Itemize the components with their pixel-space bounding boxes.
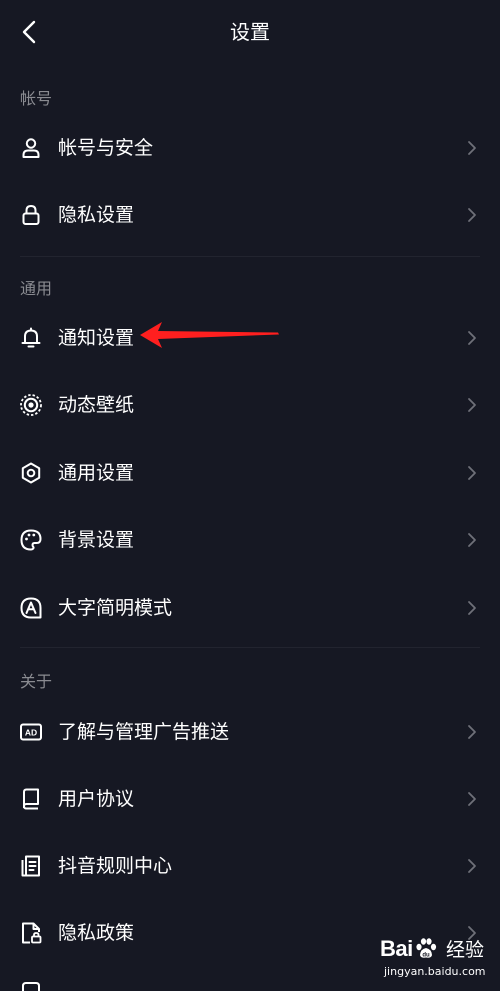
section-label-account: 帐号 [20, 89, 53, 108]
section-divider [20, 647, 480, 648]
settings-item-label: 隐私设置 [58, 204, 135, 226]
settings-item-label: 背景设置 [58, 529, 135, 551]
rules-doc-icon [21, 855, 40, 877]
chevron-right-icon [468, 331, 476, 345]
section-label-general: 通用 [20, 279, 53, 298]
page-title: 设置 [230, 20, 270, 44]
settings-item-label: 用户协议 [58, 788, 135, 810]
chevron-right-icon [468, 141, 476, 155]
settings-item-label: 了解与管理广告推送 [58, 721, 230, 743]
chevron-right-icon [468, 859, 476, 873]
watermark-logo-right: 经验 [446, 939, 485, 961]
settings-item-account-security[interactable]: 帐号与安全 [0, 115, 500, 181]
settings-item-label: 动态壁纸 [58, 394, 135, 416]
svg-text:du: du [422, 953, 430, 959]
baidu-watermark: Bai du 经验 jingyan.baidu.com [380, 936, 496, 986]
privacy-doc-icon [22, 922, 42, 944]
ad-icon: AD [20, 723, 42, 741]
paw-icon: du [416, 938, 437, 959]
settings-item-live-wallpaper[interactable]: 动态壁纸 [0, 372, 500, 438]
section-divider [20, 256, 480, 257]
chevron-right-icon [468, 533, 476, 547]
settings-item-large-text-mode[interactable]: 大字简明模式 [0, 575, 500, 641]
large-text-icon [20, 597, 42, 619]
settings-item-privacy-settings[interactable]: 隐私设置 [0, 182, 500, 248]
chevron-right-icon [468, 398, 476, 412]
lock-icon [22, 204, 40, 225]
bell-icon [21, 327, 41, 348]
section-label-about: 关于 [20, 672, 53, 691]
settings-item-ad-management[interactable]: AD 了解与管理广告推送 [0, 699, 500, 765]
annotation-arrow [140, 322, 279, 348]
palette-icon [20, 529, 42, 551]
settings-item-label: 通用设置 [58, 462, 135, 484]
user-icon [22, 138, 40, 158]
settings-item-label: 通知设置 [58, 327, 135, 349]
settings-item-rules-center[interactable]: 抖音规则中心 [0, 833, 500, 899]
settings-item-label: 抖音规则中心 [58, 855, 173, 877]
next-item-icon-partial [22, 982, 40, 991]
settings-item-label: 隐私政策 [58, 922, 135, 944]
book-icon [23, 788, 39, 810]
chevron-right-icon [468, 725, 476, 739]
header-bar: 设置 [0, 0, 500, 64]
settings-item-background-settings[interactable]: 背景设置 [0, 507, 500, 573]
settings-item-user-agreement[interactable]: 用户协议 [0, 766, 500, 832]
settings-item-label: 大字简明模式 [58, 597, 173, 619]
watermark-logo-left: Bai [380, 936, 413, 961]
chevron-right-icon [468, 208, 476, 222]
gear-icon [21, 462, 41, 484]
settings-item-label: 帐号与安全 [58, 137, 154, 159]
live-wallpaper-icon [20, 394, 42, 416]
chevron-right-icon [468, 601, 476, 615]
chevron-right-icon [468, 466, 476, 480]
watermark-url: jingyan.baidu.com [384, 965, 486, 978]
settings-item-general-settings[interactable]: 通用设置 [0, 440, 500, 506]
chevron-right-icon [468, 792, 476, 806]
svg-text:AD: AD [25, 728, 37, 738]
